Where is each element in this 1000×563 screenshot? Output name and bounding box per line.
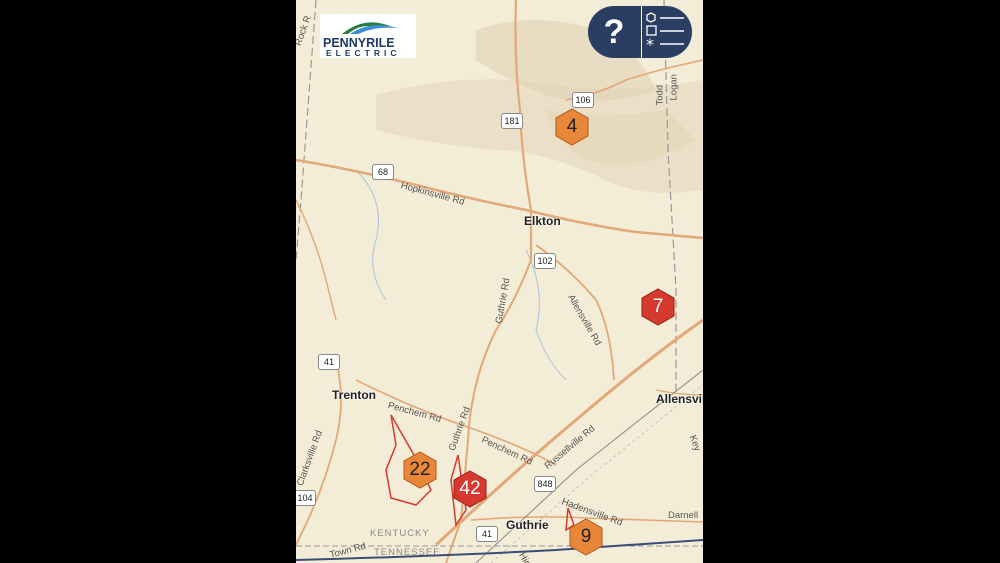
logo-swoosh-icon — [342, 22, 398, 34]
road-label: Logan — [668, 74, 680, 101]
state-label-tennessee: TENNESSEE — [374, 547, 441, 558]
outage-cluster-count: 42 — [459, 478, 481, 499]
map-base-layer — [296, 0, 703, 563]
highway-shield: 104 — [296, 490, 316, 506]
controls-divider — [641, 6, 642, 58]
outage-cluster-marker[interactable]: 9 — [567, 518, 605, 556]
highway-shield: 106 — [572, 92, 594, 108]
map-controls: ? * — [588, 6, 692, 58]
highway-shield: 41 — [318, 354, 340, 370]
highway-shield: 41 — [476, 526, 498, 542]
outage-cluster-marker[interactable]: 22 — [401, 451, 439, 489]
highway-shield: 102 — [534, 253, 556, 269]
place-label-elkton: Elkton — [524, 214, 561, 228]
help-button[interactable]: ? — [588, 6, 640, 58]
svg-text:*: * — [646, 35, 654, 54]
outage-cluster-count: 9 — [580, 526, 592, 547]
outage-cluster-marker[interactable]: 4 — [553, 108, 591, 146]
highway-shield: 181 — [501, 113, 523, 129]
highway-shield: 848 — [534, 476, 556, 492]
outage-cluster-count: 7 — [652, 296, 664, 317]
logo-text-electric: ELECTRIC — [326, 48, 401, 58]
road-label: Todd — [654, 84, 666, 106]
road-label: Darnell — [668, 510, 699, 521]
outage-cluster-marker[interactable]: 7 — [639, 288, 677, 326]
state-label-kentucky: KENTUCKY — [370, 528, 430, 539]
place-label-trenton: Trenton — [332, 388, 376, 402]
place-label-guthrie: Guthrie — [506, 518, 549, 532]
outage-map[interactable]: 106 181 68 102 41 848 41 104 Elkton Tren… — [296, 0, 703, 563]
outage-cluster-marker[interactable]: 42 — [451, 470, 489, 508]
outage-cluster-count: 22 — [409, 459, 431, 480]
outage-cluster-count: 4 — [566, 116, 578, 137]
legend-list-icon[interactable]: * — [644, 10, 688, 54]
pennyrile-electric-logo: PENNYRILE ELECTRIC — [320, 14, 416, 58]
place-label-allensville: Allensvil — [656, 392, 703, 406]
highway-shield: 68 — [372, 164, 394, 180]
